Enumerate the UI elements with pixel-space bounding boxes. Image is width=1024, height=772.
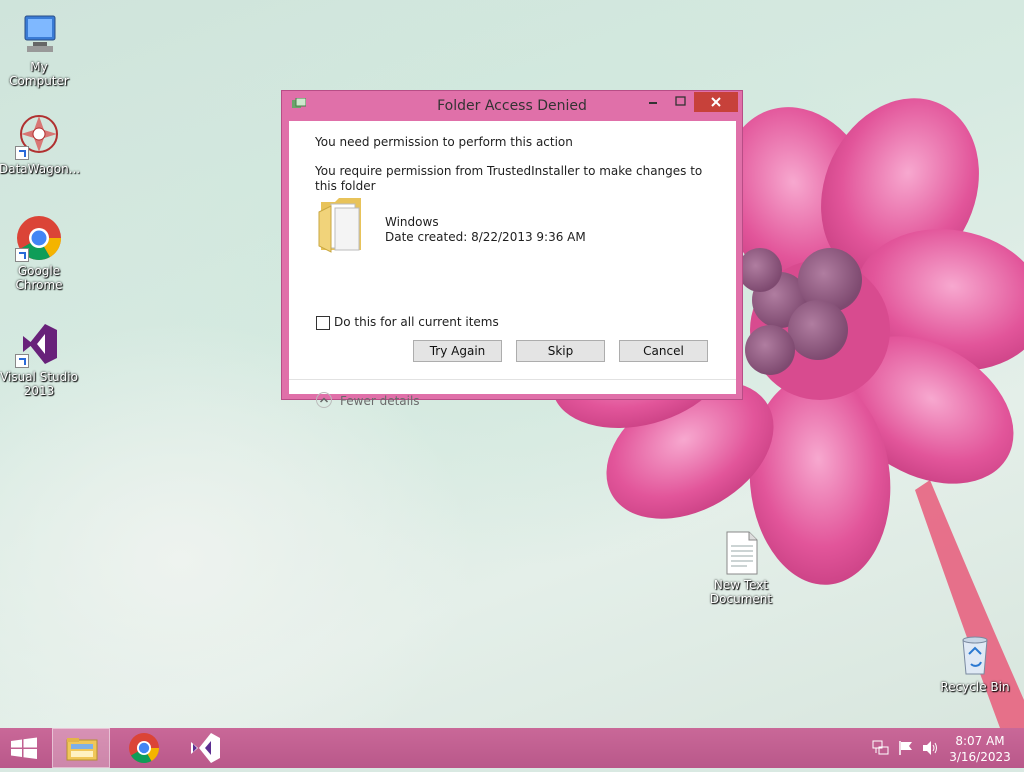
minimize-icon — [649, 102, 657, 104]
clock-time: 8:07 AM — [955, 734, 1005, 748]
try-again-button[interactable]: Try Again — [413, 340, 502, 362]
computer-icon — [15, 10, 63, 58]
cancel-button[interactable]: Cancel — [619, 340, 708, 362]
desktop-icon-visual-studio[interactable]: Visual Studio 2013 — [0, 320, 79, 398]
file-explorer-icon — [66, 738, 98, 761]
maximize-icon — [675, 96, 686, 106]
desktop-icon-new-text-document[interactable]: New Text Document — [701, 528, 781, 606]
dialog-heading: You need permission to perform this acti… — [315, 135, 573, 149]
taskbar-google-chrome[interactable] — [116, 728, 172, 768]
minimize-button[interactable] — [640, 92, 666, 112]
folder-icon — [318, 198, 361, 253]
desktop-icon-label: Google Chrome — [15, 264, 63, 292]
desktop-icon-my-computer[interactable]: My Computer — [0, 10, 79, 88]
recycle-bin-icon — [951, 630, 999, 678]
folder-date-created: Date created: 8/22/2013 9:36 AM — [385, 230, 586, 244]
clock[interactable]: 8:07 AM 3/16/2023 — [948, 733, 1012, 765]
desktop-icon-label: Recycle Bin — [940, 680, 1010, 694]
close-button[interactable] — [694, 92, 738, 112]
taskbar: 8:07 AM 3/16/2023 — [0, 728, 1024, 768]
desktop-icon-label: Visual Studio 2013 — [0, 370, 78, 398]
shortcut-arrow-icon — [15, 354, 29, 368]
datawagon-icon — [15, 112, 63, 160]
fewer-details-label[interactable]: Fewer details — [340, 394, 420, 408]
start-button[interactable] — [0, 728, 48, 768]
folder-name: Windows — [385, 215, 439, 229]
flag-icon[interactable] — [898, 740, 914, 756]
chrome-icon — [129, 733, 159, 764]
desktop-icon-datawagon[interactable]: DataWagon... — [0, 112, 81, 176]
folder-access-denied-dialog: Folder Access Denied You need permission… — [281, 90, 743, 408]
chrome-icon — [15, 214, 63, 262]
visual-studio-icon — [15, 320, 63, 368]
skip-button[interactable]: Skip — [516, 340, 605, 362]
dialog-titlebar[interactable]: Folder Access Denied — [282, 91, 742, 121]
close-icon — [711, 97, 721, 107]
apply-all-label[interactable]: Do this for all current items — [334, 315, 499, 329]
chevron-up-icon — [316, 392, 332, 408]
apply-all-checkbox[interactable] — [316, 316, 330, 330]
windows-logo-icon — [11, 737, 37, 759]
shortcut-arrow-icon — [15, 248, 29, 262]
taskbar-file-explorer[interactable] — [52, 728, 110, 768]
divider — [289, 379, 736, 380]
text-document-icon — [717, 528, 765, 576]
desktop-icon-recycle-bin[interactable]: Recycle Bin — [935, 630, 1015, 694]
maximize-button[interactable] — [667, 92, 693, 112]
taskbar-visual-studio[interactable] — [178, 728, 234, 768]
volume-icon[interactable] — [921, 740, 939, 756]
network-icon[interactable] — [872, 740, 890, 756]
desktop-icon-label: DataWagon... — [0, 162, 81, 176]
dialog-content: You need permission to perform this acti… — [289, 121, 736, 408]
shortcut-arrow-icon — [15, 146, 29, 160]
desktop-icon-label: New Text Document — [709, 578, 773, 606]
clock-date: 3/16/2023 — [949, 750, 1011, 764]
desktop: My Computer DataWagon... Google Chrome V… — [0, 0, 1024, 728]
desktop-icon-google-chrome[interactable]: Google Chrome — [0, 214, 79, 292]
dialog-message: You require permission from TrustedInsta… — [315, 164, 703, 193]
desktop-icon-label: My Computer — [9, 60, 69, 88]
visual-studio-icon — [191, 733, 220, 763]
